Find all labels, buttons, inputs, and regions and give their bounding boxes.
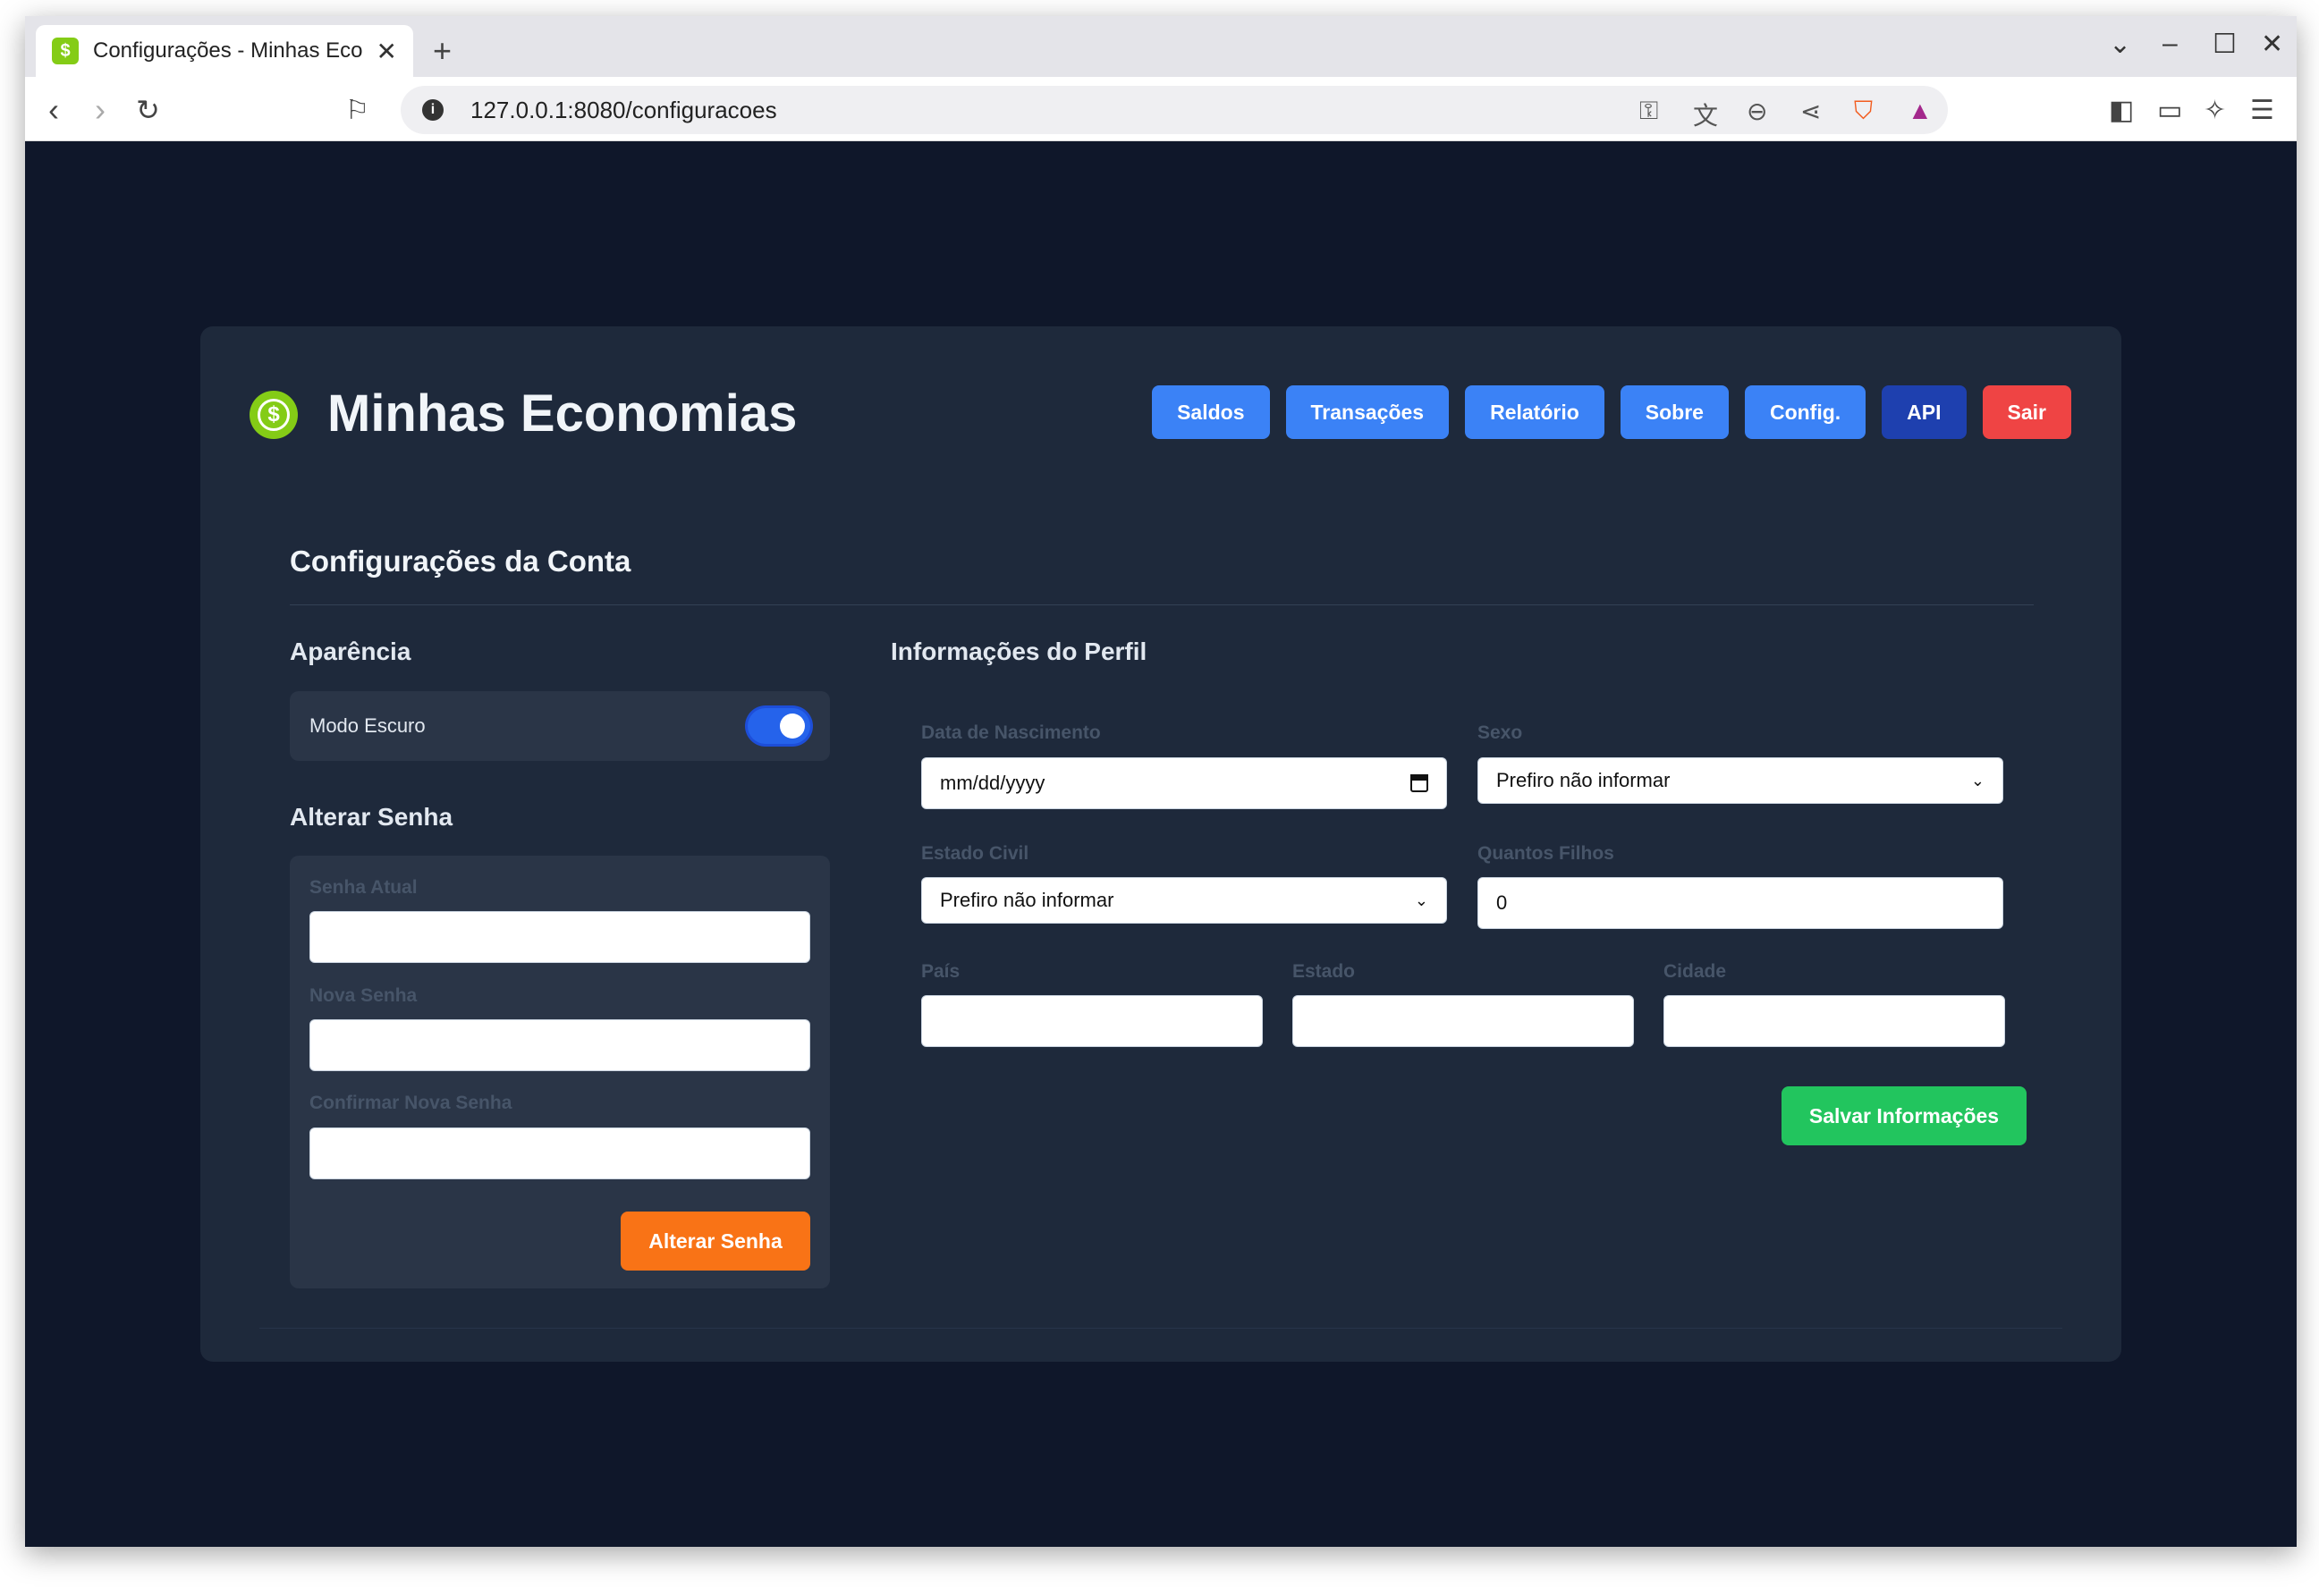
favicon-icon: $ bbox=[52, 38, 79, 64]
maximize-icon[interactable]: ☐ bbox=[2213, 29, 2237, 60]
children-input[interactable]: 0 bbox=[1477, 877, 2003, 929]
close-window-icon[interactable]: ✕ bbox=[2261, 29, 2283, 60]
browser-tab[interactable]: $ Configurações - Minhas Ecor ✕ bbox=[36, 25, 413, 77]
toggle-knob bbox=[780, 714, 805, 739]
nav-api-button[interactable]: API bbox=[1882, 385, 1967, 439]
minimize-icon[interactable]: – bbox=[2162, 29, 2178, 59]
zoom-icon[interactable]: ⊖ bbox=[1747, 97, 1767, 126]
browser-toolbar: ‹ › ↻ ⚐ i 127.0.0.1:8080/configuracoes ⚿… bbox=[25, 77, 2297, 141]
tab-title: Configurações - Minhas Ecor bbox=[93, 38, 362, 63]
state-label: Estado bbox=[1292, 961, 1356, 982]
share-icon[interactable]: ⋖ bbox=[1800, 97, 1821, 126]
save-profile-button[interactable]: Salvar Informações bbox=[1782, 1086, 2027, 1145]
civil-status-select[interactable]: Prefiro não informar ⌄ bbox=[921, 877, 1447, 924]
change-password-button[interactable]: Alterar Senha bbox=[621, 1212, 810, 1271]
divider bbox=[259, 1328, 2062, 1329]
url-text: 127.0.0.1:8080/configuracoes bbox=[470, 96, 777, 123]
nav-transacoes-button[interactable]: Transações bbox=[1285, 385, 1450, 439]
sidebar-icon[interactable]: ◧ bbox=[2109, 95, 2134, 126]
bookmark-icon[interactable]: ⚐ bbox=[345, 95, 369, 126]
page-title: Configurações da Conta bbox=[290, 545, 631, 578]
change-password-panel: Senha Atual Nova Senha Confirmar Nova Se… bbox=[290, 856, 830, 1288]
country-label: País bbox=[921, 961, 961, 982]
state-input[interactable] bbox=[1292, 995, 1634, 1047]
chevron-down-icon: ⌄ bbox=[1970, 771, 1985, 790]
leo-ai-icon[interactable]: ✧ bbox=[2204, 95, 2226, 126]
civil-status-value: Prefiro não informar bbox=[940, 889, 1114, 911]
children-label: Quantos Filhos bbox=[1477, 843, 1614, 864]
birth-date-label: Data de Nascimento bbox=[921, 722, 1101, 743]
address-bar[interactable]: i 127.0.0.1:8080/configuracoes ⚿ 文 ⊖ ⋖ ⛉… bbox=[401, 86, 1948, 134]
forward-icon[interactable]: › bbox=[95, 91, 106, 129]
divider bbox=[290, 604, 2034, 605]
birth-date-input[interactable]: mm/dd/yyyy bbox=[921, 757, 1447, 809]
birth-date-value: mm/dd/yyyy bbox=[940, 772, 1045, 794]
password-key-icon[interactable]: ⚿ bbox=[1639, 97, 1658, 126]
nav-saldos-button[interactable]: Saldos bbox=[1152, 385, 1270, 439]
browser-window: $ Configurações - Minhas Ecor ✕ + ⌄ – ☐ … bbox=[25, 16, 2297, 1547]
app-card: $ Minhas Economias Saldos Transações Rel… bbox=[200, 326, 2121, 1362]
new-password-input[interactable] bbox=[309, 1019, 810, 1071]
close-tab-icon[interactable]: ✕ bbox=[377, 37, 397, 66]
confirm-password-input[interactable] bbox=[309, 1127, 810, 1179]
confirm-password-label: Confirmar Nova Senha bbox=[309, 1093, 512, 1113]
dark-mode-label: Modo Escuro bbox=[309, 714, 426, 737]
new-password-label: Nova Senha bbox=[309, 985, 418, 1006]
city-label: Cidade bbox=[1663, 961, 1727, 982]
profile-title: Informações do Perfil bbox=[891, 638, 1147, 665]
country-input[interactable] bbox=[921, 995, 1263, 1047]
city-input[interactable] bbox=[1663, 995, 2005, 1047]
tab-list-chevron-icon[interactable]: ⌄ bbox=[2109, 29, 2131, 60]
site-info-icon[interactable]: i bbox=[422, 99, 444, 121]
change-password-title: Alterar Senha bbox=[290, 803, 453, 831]
menu-icon[interactable]: ☰ bbox=[2250, 95, 2274, 126]
app-title: Minhas Economias bbox=[327, 384, 798, 443]
current-password-input[interactable] bbox=[309, 911, 810, 963]
children-value: 0 bbox=[1496, 891, 1508, 914]
dark-mode-toggle[interactable] bbox=[748, 708, 810, 744]
nav-relatorio-button[interactable]: Relatório bbox=[1465, 385, 1604, 439]
logout-button[interactable]: Sair bbox=[1982, 385, 2071, 439]
current-password-label: Senha Atual bbox=[309, 877, 418, 898]
new-tab-icon[interactable]: + bbox=[433, 32, 452, 70]
wallet-icon[interactable]: ▭ bbox=[2157, 95, 2182, 126]
back-icon[interactable]: ‹ bbox=[48, 91, 59, 129]
reload-icon[interactable]: ↻ bbox=[136, 93, 160, 127]
civil-status-label: Estado Civil bbox=[921, 843, 1029, 864]
logo-icon: $ bbox=[250, 391, 298, 439]
tab-bar: $ Configurações - Minhas Ecor ✕ + ⌄ – ☐ … bbox=[25, 16, 2297, 77]
dark-mode-row: Modo Escuro bbox=[290, 691, 830, 761]
sex-label: Sexo bbox=[1477, 722, 1523, 743]
sex-select[interactable]: Prefiro não informar ⌄ bbox=[1477, 757, 2003, 804]
nav-config-button[interactable]: Config. bbox=[1744, 385, 1866, 439]
brave-shield-icon[interactable]: ⛉ bbox=[1854, 97, 1873, 126]
brave-rewards-icon[interactable]: ▲ bbox=[1908, 97, 1933, 125]
translate-icon[interactable]: 文 bbox=[1693, 97, 1718, 132]
nav-sobre-button[interactable]: Sobre bbox=[1620, 385, 1729, 439]
sex-value: Prefiro não informar bbox=[1496, 769, 1671, 791]
calendar-icon[interactable] bbox=[1410, 774, 1428, 792]
main-nav: Saldos Transações Relatório Sobre Config… bbox=[1152, 385, 2071, 439]
chevron-down-icon: ⌄ bbox=[1414, 891, 1428, 909]
appearance-title: Aparência bbox=[290, 638, 411, 665]
